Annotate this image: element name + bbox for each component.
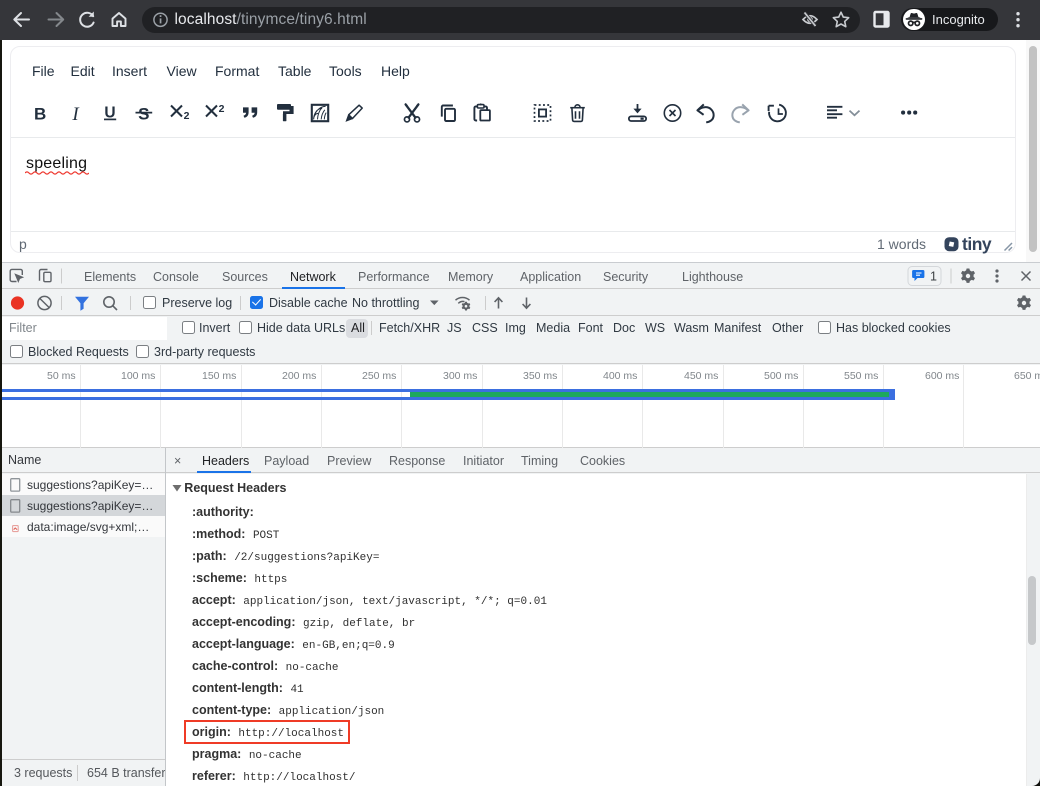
- svg-text:B: B: [34, 104, 46, 123]
- svg-text:2: 2: [219, 103, 225, 115]
- svg-text:I: I: [71, 104, 80, 125]
- svg-text:tiny: tiny: [962, 234, 992, 254]
- svg-text:2: 2: [184, 110, 190, 122]
- svg-text:S: S: [138, 104, 149, 123]
- svg-text:1: 1: [930, 270, 937, 284]
